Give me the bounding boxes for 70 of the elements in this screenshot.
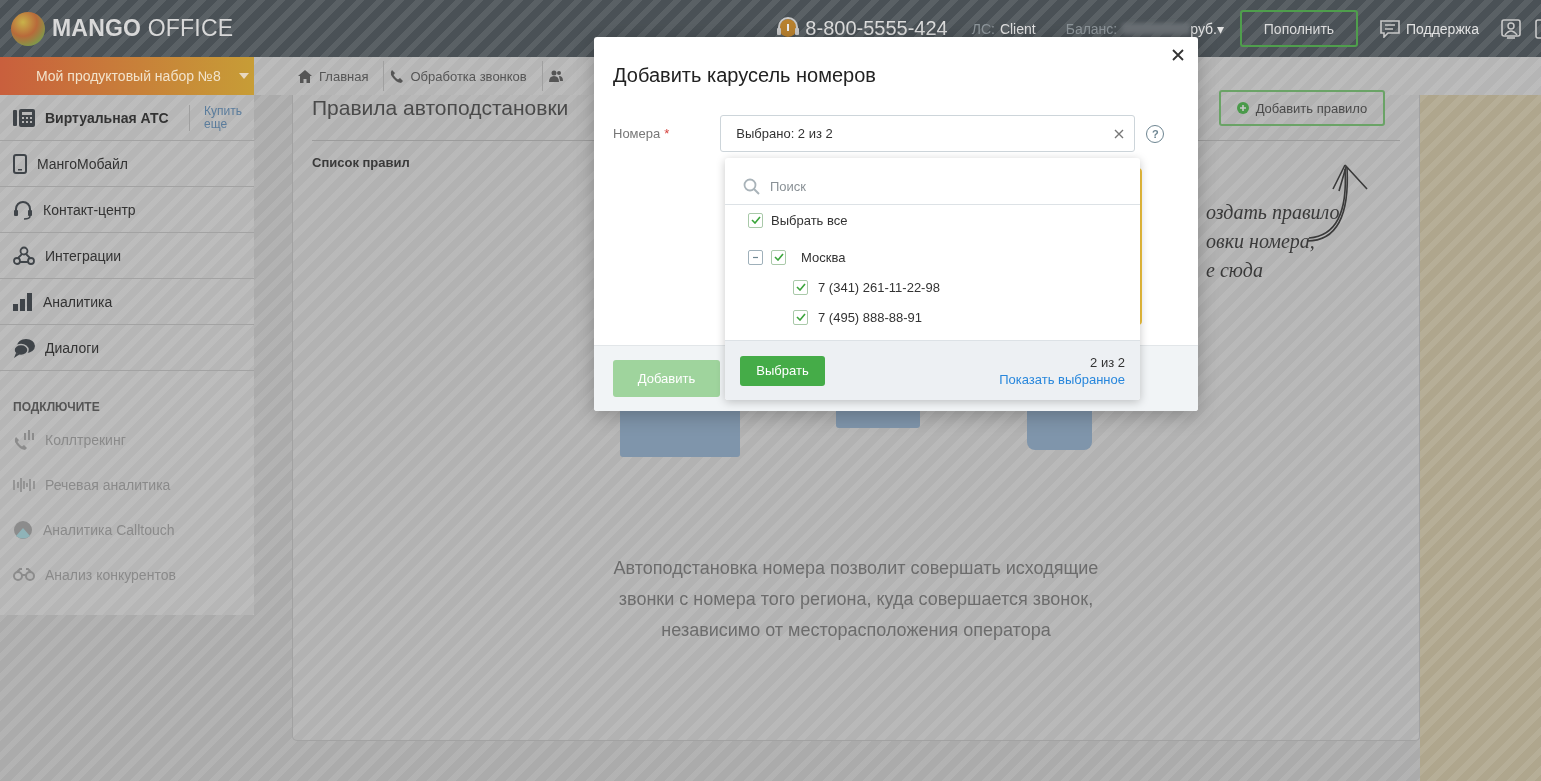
search-field[interactable]: Поиск [770, 177, 890, 195]
sidebar-item[interactable]: Виртуальная АТС Купить еще [0, 95, 254, 141]
mobile-phone-icon [13, 153, 27, 174]
nav-item[interactable]: Обработка звонков [384, 61, 543, 91]
product-set-selector[interactable]: Мой продуктовый набор №8 [0, 57, 254, 95]
phone-icon [390, 69, 404, 83]
home-icon [298, 69, 312, 83]
sidebar-item[interactable]: МангоМобайл [0, 141, 254, 187]
search-icon [743, 177, 760, 195]
sidebar-item[interactable]: Аналитика [0, 279, 254, 325]
phone-number-option: 7 (495) 888-88-91 [818, 309, 923, 325]
section-title: ПОДКЛЮЧИТЕ [12, 399, 101, 416]
logo-icon [10, 10, 46, 47]
numbers-select-field[interactable]: Выбрано: 2 из 2 [720, 115, 1136, 152]
profile-icon [1501, 18, 1521, 39]
blurred-amount [1122, 22, 1191, 35]
close-button[interactable] [1170, 47, 1186, 63]
group-label: Москва [801, 249, 846, 265]
circle-logo-icon [13, 519, 33, 540]
headset-icon [13, 199, 33, 220]
show-selected-link[interactable]: Показать выбранное [999, 370, 1125, 388]
close-icon [1172, 49, 1184, 61]
selection-count: 2 из 2 [1089, 353, 1125, 371]
pbx-icon [13, 108, 35, 127]
sidebar-item[interactable]: Интеграции [0, 233, 254, 279]
checkbox[interactable] [771, 249, 786, 265]
buy-more-link[interactable]: Купить еще [189, 104, 254, 131]
checkbox[interactable] [793, 309, 808, 325]
option-label: Выбрать все [771, 212, 848, 228]
sidebar-item[interactable]: Контакт-центр [0, 187, 254, 233]
balance-currency[interactable]: руб.▾ [1190, 20, 1224, 37]
sidebar-item[interactable]: Диалоги [0, 325, 254, 371]
hint-text: е сюда [1206, 258, 1264, 283]
phone-number-option: 7 (341) 261-11-22-98 [818, 279, 940, 295]
phone-signal-icon [13, 428, 35, 451]
account-name: Client [999, 20, 1036, 37]
hint-text: овки номера, [1206, 229, 1316, 255]
network-icon [13, 245, 35, 266]
checkmark-icon [795, 283, 806, 291]
checkbox[interactable] [748, 212, 763, 228]
nav-item[interactable]: Главная [292, 61, 385, 91]
checkmark-icon [795, 313, 806, 321]
binoculars-icon [13, 567, 35, 582]
balance-label: Баланс: [1065, 20, 1118, 37]
checkmark-icon [773, 253, 784, 261]
sound-wave-icon [13, 476, 35, 493]
section-label: Список правил [312, 155, 411, 171]
brand-name: MANGO OFFICE [52, 15, 234, 42]
description-text: Автоподстановка номера позволит совершать исходящие звонки с номера того региона, куда совершается звонок, независимо от месторасположения оператора [612, 557, 1100, 642]
caret-icon [238, 73, 249, 79]
phone-number: 8-800-5555-424 [805, 17, 948, 40]
clear-icon [1114, 128, 1125, 139]
chat-bubbles-icon [13, 337, 35, 358]
page-title: Правила автоподстановки [312, 96, 569, 120]
expand-toggle[interactable] [748, 249, 763, 265]
users-icon [548, 70, 563, 82]
modal-title: Добавить карусель номеров [613, 63, 877, 88]
support-link[interactable]: Поддержка [1405, 20, 1479, 37]
account-label: ЛС: [971, 20, 995, 37]
add-rule-button[interactable]: Добавить правило [1219, 90, 1385, 126]
select-button[interactable]: Выбрать [740, 355, 825, 386]
bar-chart-icon [13, 292, 33, 311]
field-label: Номера [613, 126, 661, 141]
required-mark: * [664, 126, 670, 141]
checkbox[interactable] [793, 279, 808, 295]
checkmark-icon [750, 216, 761, 224]
hint-text: оздать правило [1206, 200, 1340, 226]
top-up-button[interactable]: Пополнить [1239, 10, 1358, 47]
chat-icon [1379, 19, 1400, 38]
plus-circle-icon [1236, 102, 1249, 114]
